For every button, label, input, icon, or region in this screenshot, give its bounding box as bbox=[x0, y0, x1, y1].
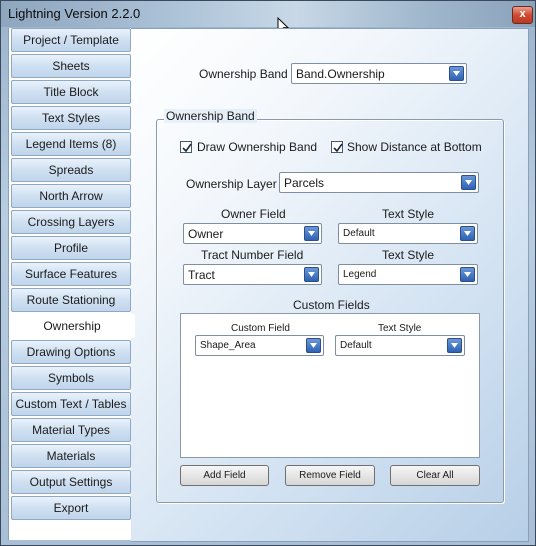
ownership-band-select[interactable]: Band.Ownership bbox=[291, 63, 467, 84]
sidebar-item-custom-text-tables[interactable]: Custom Text / Tables bbox=[11, 392, 131, 416]
sidebar-item-ownership[interactable]: Ownership bbox=[9, 314, 135, 338]
checkmark-icon bbox=[182, 143, 192, 153]
sidebar-item-legend-items[interactable]: Legend Items (8) bbox=[11, 132, 131, 156]
app-window: Lightning Version 2.2.0 x Project / Temp… bbox=[0, 0, 536, 546]
dropdown-arrow-icon[interactable] bbox=[447, 338, 462, 353]
checkmark-icon bbox=[333, 143, 343, 153]
ownership-layer-value: Parcels bbox=[284, 176, 325, 190]
custom-field-column-header: Custom Field bbox=[231, 323, 290, 334]
ownership-band-group-title: Ownership Band bbox=[164, 109, 257, 123]
close-button[interactable]: x bbox=[512, 6, 533, 24]
dropdown-arrow-icon[interactable] bbox=[460, 267, 475, 282]
sidebar: Project / Template Sheets Title Block Te… bbox=[8, 28, 135, 540]
sidebar-item-text-styles[interactable]: Text Styles bbox=[11, 106, 131, 130]
sidebar-item-materials[interactable]: Materials bbox=[11, 444, 131, 468]
dropdown-arrow-icon[interactable] bbox=[306, 338, 321, 353]
sidebar-item-material-types[interactable]: Material Types bbox=[11, 418, 131, 442]
tract-number-field-select[interactable]: Tract bbox=[183, 264, 322, 285]
ownership-band-label: Ownership Band bbox=[199, 67, 288, 81]
tract-number-field-value: Tract bbox=[188, 268, 215, 282]
show-distance-checkbox[interactable] bbox=[331, 141, 343, 153]
sidebar-item-profile[interactable]: Profile bbox=[11, 236, 131, 260]
sidebar-item-title-block[interactable]: Title Block bbox=[11, 80, 131, 104]
sidebar-item-north-arrow[interactable]: North Arrow bbox=[11, 184, 131, 208]
dropdown-arrow-icon[interactable] bbox=[304, 267, 319, 282]
owner-text-style-select[interactable]: Default bbox=[338, 223, 478, 244]
sidebar-item-surface-features[interactable]: Surface Features bbox=[11, 262, 131, 286]
sidebar-item-sheets[interactable]: Sheets bbox=[11, 54, 131, 78]
sidebar-item-spreads[interactable]: Spreads bbox=[11, 158, 131, 182]
tract-number-field-label: Tract Number Field bbox=[201, 248, 304, 262]
tract-text-style-select[interactable]: Legend bbox=[338, 264, 478, 285]
sidebar-item-export[interactable]: Export bbox=[11, 496, 131, 520]
sidebar-item-output-settings[interactable]: Output Settings bbox=[11, 470, 131, 494]
dropdown-arrow-icon[interactable] bbox=[460, 226, 475, 241]
owner-field-value: Owner bbox=[188, 227, 224, 241]
add-field-button[interactable]: Add Field bbox=[180, 465, 269, 486]
sidebar-item-symbols[interactable]: Symbols bbox=[11, 366, 131, 390]
ownership-band-value: Band.Ownership bbox=[296, 67, 385, 81]
sidebar-item-route-stationing[interactable]: Route Stationing bbox=[11, 288, 131, 312]
clear-all-button[interactable]: Clear All bbox=[390, 465, 480, 486]
custom-field-value: Shape_Area bbox=[200, 340, 256, 351]
custom-fields-label: Custom Fields bbox=[293, 298, 370, 312]
text-style-column-header: Text Style bbox=[378, 323, 422, 334]
owner-field-select[interactable]: Owner bbox=[183, 223, 322, 244]
owner-text-style-value: Default bbox=[343, 228, 375, 239]
ownership-layer-label: Ownership Layer bbox=[186, 177, 277, 191]
owner-field-label: Owner Field bbox=[221, 207, 286, 221]
show-distance-label: Show Distance at Bottom bbox=[347, 140, 482, 154]
title-bar[interactable]: Lightning Version 2.2.0 x bbox=[1, 1, 535, 27]
dropdown-arrow-icon[interactable] bbox=[449, 66, 464, 81]
dropdown-arrow-icon[interactable] bbox=[304, 226, 319, 241]
sidebar-item-crossing-layers[interactable]: Crossing Layers bbox=[11, 210, 131, 234]
tract-text-style-value: Legend bbox=[343, 269, 377, 280]
draw-ownership-band-label: Draw Ownership Band bbox=[197, 140, 318, 154]
tract-text-style-label: Text Style bbox=[382, 248, 435, 262]
dropdown-arrow-icon[interactable] bbox=[461, 175, 476, 190]
ownership-layer-select[interactable]: Parcels bbox=[279, 172, 479, 193]
owner-text-style-label: Text Style bbox=[382, 207, 435, 221]
custom-field-select[interactable]: Shape_Area bbox=[195, 335, 324, 356]
custom-field-text-style-select[interactable]: Default bbox=[335, 335, 465, 356]
draw-ownership-band-checkbox[interactable] bbox=[180, 141, 192, 153]
window-title: Lightning Version 2.2.0 bbox=[8, 6, 141, 21]
custom-field-text-style-value: Default bbox=[340, 340, 372, 351]
remove-field-button[interactable]: Remove Field bbox=[285, 465, 375, 486]
sidebar-item-project-template[interactable]: Project / Template bbox=[11, 28, 131, 52]
sidebar-item-drawing-options[interactable]: Drawing Options bbox=[11, 340, 131, 364]
